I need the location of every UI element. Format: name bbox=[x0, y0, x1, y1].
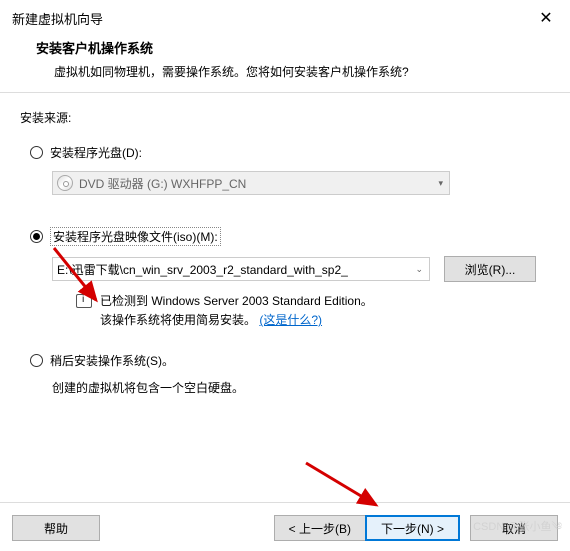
close-icon[interactable]: ✕ bbox=[534, 8, 558, 28]
radio-icon bbox=[30, 146, 43, 159]
dvd-drive-select[interactable]: DVD 驱动器 (G:) WXHFPP_CN ▾ bbox=[52, 171, 450, 195]
radio-later-label: 稍后安装操作系统(S)。 bbox=[50, 352, 174, 369]
radio-icon bbox=[30, 230, 43, 243]
dvd-drive-text: DVD 驱动器 (G:) WXHFPP_CN bbox=[79, 175, 246, 192]
radio-icon bbox=[30, 354, 43, 367]
content-area: 安装来源: 安装程序光盘(D): DVD 驱动器 (G:) WXHFPP_CN … bbox=[0, 93, 570, 424]
dvd-icon bbox=[57, 175, 73, 191]
radio-later[interactable]: 稍后安装操作系统(S)。 bbox=[30, 352, 550, 369]
iso-path-text: E:\迅雷下载\cn_win_srv_2003_r2_standard_with… bbox=[57, 261, 348, 278]
wizard-header: 安装客户机操作系统 虚拟机如同物理机，需要操作系统。您将如何安装客户机操作系统? bbox=[0, 34, 570, 92]
option-installer-disc: 安装程序光盘(D): DVD 驱动器 (G:) WXHFPP_CN ▾ bbox=[20, 144, 550, 195]
back-button[interactable]: < 上一步(B) bbox=[274, 515, 365, 541]
chevron-down-icon: ▾ bbox=[438, 178, 443, 189]
radio-iso-label: 安装程序光盘映像文件(iso)(M): bbox=[50, 227, 221, 246]
info-text: 已检测到 Windows Server 2003 Standard Editio… bbox=[100, 292, 373, 330]
header-desc: 虚拟机如同物理机，需要操作系统。您将如何安装客户机操作系统? bbox=[54, 63, 546, 80]
source-label: 安装来源: bbox=[20, 109, 550, 126]
header-title: 安装客户机操作系统 bbox=[36, 38, 546, 57]
iso-path-input[interactable]: E:\迅雷下载\cn_win_srv_2003_r2_standard_with… bbox=[52, 257, 430, 281]
easy-install-link[interactable]: (这是什么?) bbox=[259, 313, 322, 327]
later-desc: 创建的虚拟机将包含一个空白硬盘。 bbox=[52, 379, 550, 396]
info-line1: 已检测到 Windows Server 2003 Standard Editio… bbox=[100, 294, 373, 308]
browse-button[interactable]: 浏览(R)... bbox=[444, 256, 536, 282]
info-line2: 该操作系统将使用简易安装。 bbox=[100, 313, 256, 327]
option-install-later: 稍后安装操作系统(S)。 创建的虚拟机将包含一个空白硬盘。 bbox=[20, 352, 550, 396]
titlebar: 新建虚拟机向导 ✕ bbox=[0, 0, 570, 34]
detection-info: 已检测到 Windows Server 2003 Standard Editio… bbox=[76, 292, 550, 330]
chevron-down-icon: ⌄ bbox=[415, 264, 423, 275]
next-button[interactable]: 下一步(N) > bbox=[365, 515, 460, 541]
help-button[interactable]: 帮助 bbox=[12, 515, 100, 541]
watermark: CSDN @张小鱼༄ bbox=[473, 514, 562, 545]
option-iso-file: 安装程序光盘映像文件(iso)(M): E:\迅雷下载\cn_win_srv_2… bbox=[20, 227, 550, 330]
window-title: 新建虚拟机向导 bbox=[12, 9, 103, 28]
iso-input-row: E:\迅雷下载\cn_win_srv_2003_r2_standard_with… bbox=[52, 256, 550, 282]
radio-iso[interactable]: 安装程序光盘映像文件(iso)(M): bbox=[30, 227, 550, 246]
radio-disc[interactable]: 安装程序光盘(D): bbox=[30, 144, 550, 161]
radio-disc-label: 安装程序光盘(D): bbox=[50, 144, 142, 161]
info-icon bbox=[76, 294, 92, 308]
